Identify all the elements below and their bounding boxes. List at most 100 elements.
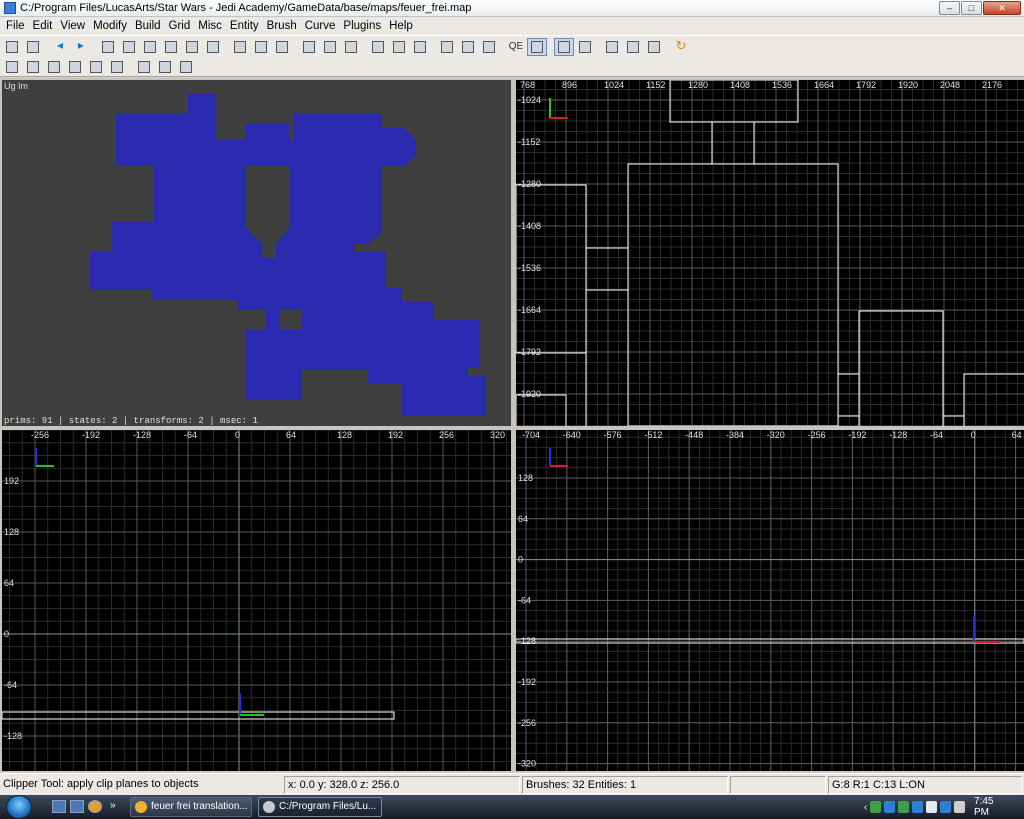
flip-y-button[interactable] (140, 38, 160, 56)
menu-build[interactable]: Build (131, 20, 165, 32)
patch-button[interactable] (602, 38, 622, 56)
camera-view[interactable]: Ug Im prims: 91 | states: 2 | transforms… (2, 80, 511, 426)
menu-curve[interactable]: Curve (301, 20, 340, 32)
hollow-button[interactable] (341, 38, 361, 56)
brush-outline (837, 415, 860, 426)
minimize-button[interactable]: – (939, 1, 960, 15)
switch-windows-icon[interactable] (70, 800, 84, 813)
rotate-x-button[interactable] (119, 38, 139, 56)
cubic-clip-button[interactable] (2, 58, 22, 76)
clipper-button[interactable] (527, 37, 547, 56)
tray-icon[interactable] (884, 801, 896, 813)
change-views-button[interactable] (410, 38, 430, 56)
drop-button[interactable] (107, 58, 127, 76)
tree-icon (69, 60, 81, 73)
xy-top-view[interactable]: 768 896 1024 1152 1280 1408 1536 1664 1792 1920 20… (516, 80, 1024, 426)
tray-icon[interactable] (898, 801, 910, 813)
csg-subtract-button[interactable] (230, 38, 250, 56)
brush-outline (627, 163, 839, 426)
clone-button[interactable] (389, 38, 409, 56)
xz-front-view[interactable]: -320-256-192-128-64064128192256320192128… (2, 430, 511, 771)
patch-edit-button[interactable] (623, 38, 643, 56)
save-button[interactable] (23, 38, 43, 56)
refresh-icon: ↻ (675, 37, 687, 53)
close-square-button[interactable] (176, 58, 196, 76)
clone-icon (393, 40, 405, 53)
flip-horizontal-button[interactable] (134, 58, 154, 76)
app-icon (4, 2, 16, 14)
menu-misc[interactable]: Misc (194, 20, 226, 32)
tray-icon[interactable] (926, 801, 938, 813)
camera-overlay-text: Ug Im (4, 81, 29, 91)
x-tick-label: 192 (388, 430, 403, 440)
hexagon-button[interactable] (23, 58, 43, 76)
task-button-browser[interactable]: feuer frei translation... (130, 797, 252, 817)
menu-help[interactable]: Help (385, 20, 417, 32)
window-title: C:/Program Files/LucasArts/Star Wars - J… (20, 2, 472, 14)
patch-bend-button[interactable] (644, 38, 664, 56)
maximize-button[interactable]: □ (961, 1, 982, 15)
close-button[interactable]: ✕ (983, 1, 1021, 15)
brush-block (266, 308, 280, 332)
tray-icon[interactable] (912, 801, 924, 813)
select-inside-button[interactable] (272, 38, 292, 56)
rotate-y-button[interactable] (161, 38, 181, 56)
make-room-button[interactable] (368, 38, 388, 56)
rotate-lock-button[interactable] (575, 38, 595, 56)
texture-lock-button[interactable] (554, 37, 574, 56)
entity-view-button[interactable] (44, 58, 64, 76)
tray-icon[interactable] (954, 801, 965, 813)
tray-icon[interactable] (940, 801, 952, 813)
flip-z-button[interactable] (182, 38, 202, 56)
x-tick-label: 64 (286, 430, 296, 440)
select-touching-button[interactable] (299, 38, 319, 56)
menu-view[interactable]: View (56, 20, 89, 32)
task-button-radiant[interactable]: C:/Program Files/Lu... (258, 797, 382, 817)
undo-button[interactable]: ◀ (50, 38, 70, 56)
menu-bar: File Edit View Modify Build Grid Misc Entity Bru… (0, 17, 1024, 35)
yz-side-view[interactable]: -704 -640 -576 -512 -448 -384 -320 -256 -192 -128… (516, 430, 1024, 771)
x-tick-label: 896 (562, 80, 577, 90)
menu-edit[interactable]: Edit (29, 20, 57, 32)
train-button[interactable] (86, 58, 106, 76)
drag-vertices-button[interactable] (458, 38, 478, 56)
y-tick-label: 0 (4, 629, 9, 639)
menu-brush[interactable]: Brush (263, 20, 301, 32)
clock[interactable]: 7:45 PM (974, 796, 1008, 818)
show-desktop-icon[interactable] (52, 800, 66, 813)
chrome-icon[interactable] (88, 800, 102, 813)
tree-button[interactable] (65, 58, 85, 76)
make-room-icon (372, 40, 384, 53)
select-complete-button[interactable] (320, 38, 340, 56)
menu-entity[interactable]: Entity (226, 20, 263, 32)
refresh-button[interactable]: ↻ (671, 38, 691, 56)
csg-merge-button[interactable] (251, 38, 271, 56)
save-icon (27, 40, 39, 53)
menu-file[interactable]: File (2, 20, 29, 32)
brush-block (152, 276, 242, 300)
rotate-z-button[interactable] (203, 38, 223, 56)
menu-grid[interactable]: Grid (165, 20, 195, 32)
menu-plugins[interactable]: Plugins (339, 20, 385, 32)
start-button[interactable] (6, 795, 32, 819)
status-empty (730, 776, 826, 794)
x-tick-label: -192 (848, 430, 866, 440)
redo-button[interactable]: ▶ (71, 38, 91, 56)
quicklaunch-more-icon[interactable]: » (110, 800, 124, 813)
drag-edges-button[interactable] (437, 38, 457, 56)
qe-button[interactable]: QE (506, 38, 526, 56)
undo-icon: ◀ (56, 40, 64, 50)
flip-x-button[interactable] (98, 38, 118, 56)
x-tick-label: 1920 (898, 80, 918, 90)
scale-icon (483, 40, 495, 53)
scale-button[interactable] (479, 38, 499, 56)
flip-vertical-button[interactable] (155, 58, 175, 76)
x-tick-label: 1408 (730, 80, 750, 90)
tray-expand-icon[interactable]: ‹ (864, 802, 867, 813)
tray-icon[interactable] (870, 801, 882, 813)
x-tick-label: 1024 (604, 80, 624, 90)
open-button[interactable] (2, 38, 22, 56)
y-tick-label: -320 (518, 759, 536, 769)
secondary-toolbar (0, 57, 1024, 77)
menu-modify[interactable]: Modify (89, 20, 131, 32)
